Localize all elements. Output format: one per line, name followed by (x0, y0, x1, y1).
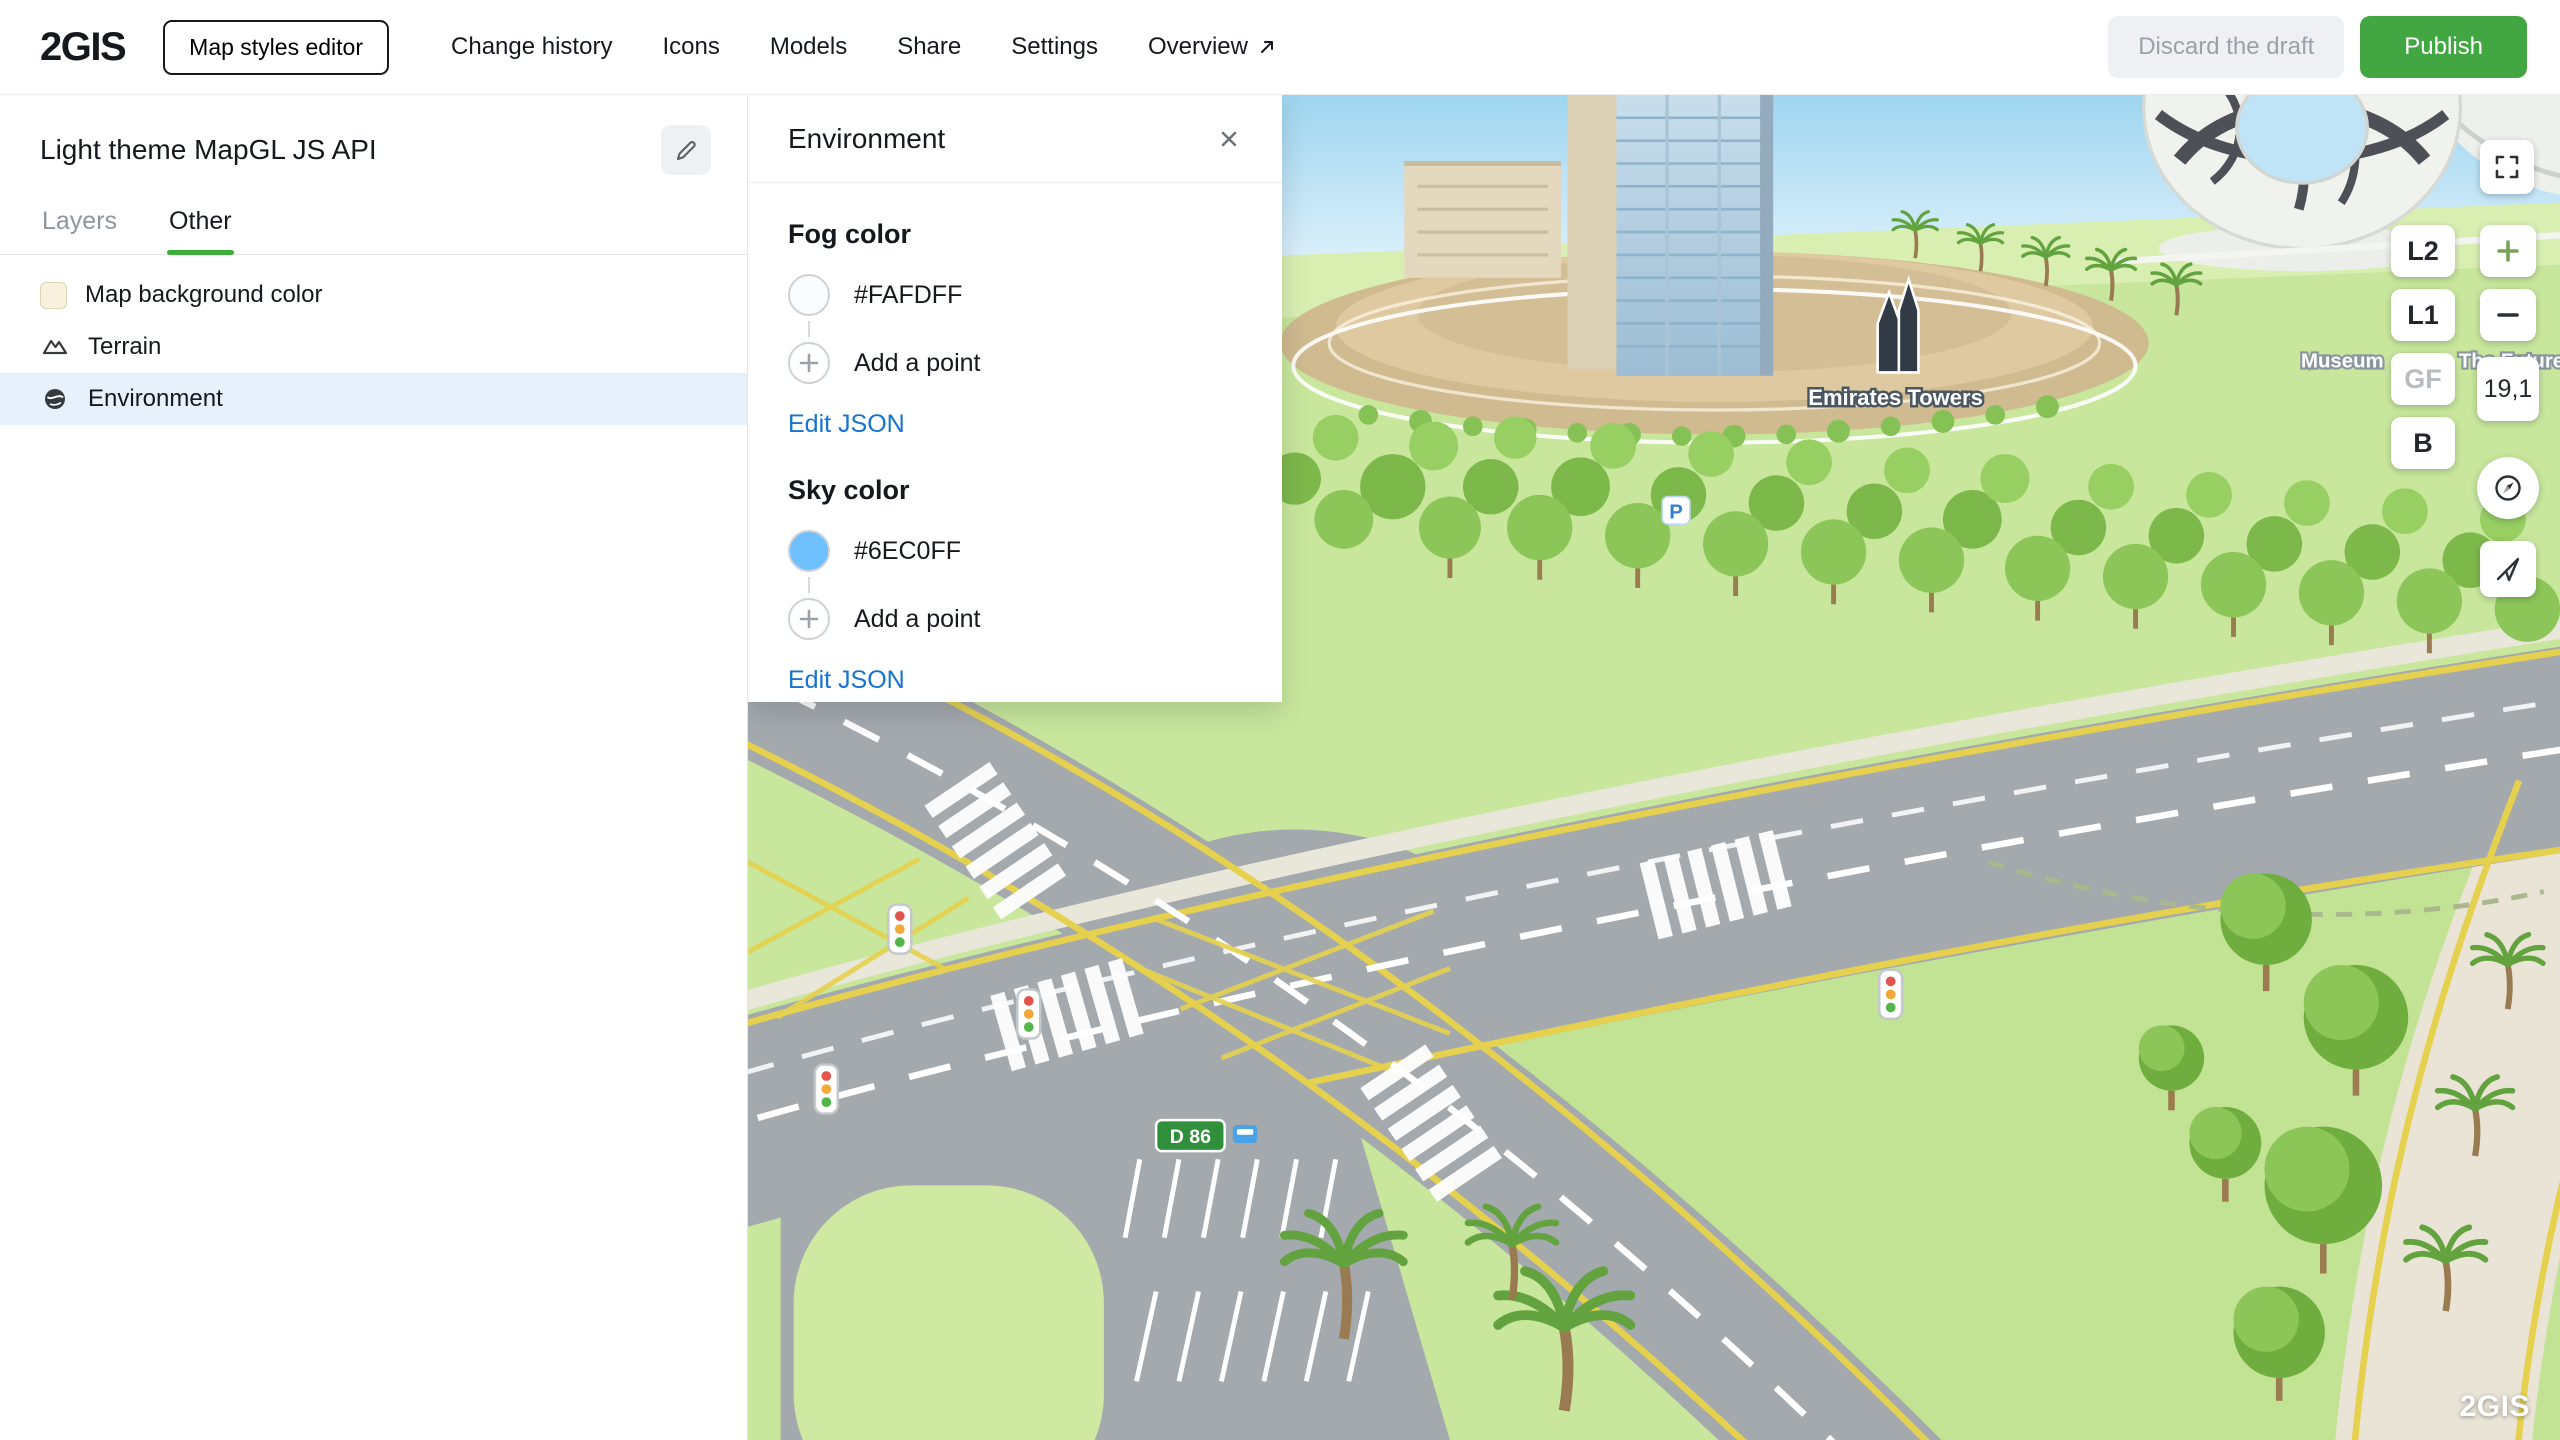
floor-button-gf[interactable]: GF (2391, 353, 2455, 405)
main-nav: Change history Icons Models Share Settin… (451, 33, 1277, 61)
environment-panel: Environment Fog color #FAFDFF (748, 95, 1282, 702)
fullscreen-button[interactable] (2480, 140, 2534, 194)
environment-globe-icon (40, 384, 70, 414)
svg-text:Museum: Museum (2301, 351, 2384, 373)
tab-other[interactable]: Other (167, 195, 234, 254)
svg-text:Emirates Towers: Emirates Towers (1808, 385, 1983, 410)
sky-color-dot[interactable] (788, 530, 830, 572)
zoom-level-indicator: 19,1 (2477, 357, 2539, 421)
sky-color-value: #6EC0FF (854, 537, 961, 566)
color-swatch-icon (40, 282, 67, 309)
fog-color-value: #FAFDFF (854, 281, 962, 310)
map-styles-editor-button[interactable]: Map styles editor (163, 20, 389, 75)
plus-icon (788, 598, 830, 640)
fullscreen-icon (2493, 153, 2521, 181)
item-label: Map background color (85, 281, 322, 309)
plus-icon (788, 342, 830, 384)
floor-selector: L2 L1 GF B (2391, 225, 2455, 469)
parking-badge[interactable]: P (1662, 497, 1690, 525)
floor-button-l2[interactable]: L2 (2391, 225, 2455, 277)
item-label: Environment (88, 385, 223, 413)
tab-layers[interactable]: Layers (40, 195, 119, 254)
item-label: Terrain (88, 333, 161, 361)
sidebar: Light theme MapGL JS API Layers Other Ma… (0, 95, 748, 1440)
pencil-icon (672, 136, 700, 164)
fog-color-dot[interactable] (788, 274, 830, 316)
sky-add-point-button[interactable]: Add a point (788, 598, 1242, 640)
sidebar-header: Light theme MapGL JS API (0, 95, 747, 195)
external-link-icon (1257, 37, 1277, 57)
layer-list: Map background color Terrain (0, 255, 747, 425)
nav-change-history[interactable]: Change history (451, 33, 612, 61)
sky-color-section: Sky color #6EC0FF Add a point (788, 475, 1242, 695)
sky-color-heading: Sky color (788, 475, 1242, 506)
edit-title-button[interactable] (661, 125, 711, 175)
nav-overview[interactable]: Overview (1148, 33, 1277, 61)
nav-models[interactable]: Models (770, 33, 847, 61)
stop-connector (808, 577, 810, 593)
item-terrain[interactable]: Terrain (0, 321, 747, 373)
fog-add-point-button[interactable]: Add a point (788, 342, 1242, 384)
sidebar-tabs: Layers Other (0, 195, 747, 255)
nav-overview-label: Overview (1148, 33, 1248, 61)
style-title: Light theme MapGL JS API (40, 134, 377, 166)
nav-icons[interactable]: Icons (662, 33, 719, 61)
svg-text:P: P (1669, 502, 1683, 524)
topbar: 2GIS Map styles editor Change history Ic… (0, 0, 2560, 95)
publish-button[interactable]: Publish (2360, 16, 2527, 78)
locate-button[interactable] (2480, 541, 2536, 597)
add-point-label: Add a point (854, 605, 981, 634)
environment-panel-header: Environment (748, 95, 1282, 183)
minus-icon (2494, 301, 2522, 329)
terrain-icon (40, 332, 70, 362)
compass-icon (2492, 472, 2524, 504)
add-point-label: Add a point (854, 349, 981, 378)
navigation-arrow-icon (2492, 553, 2524, 585)
map-watermark: 2GIS (2460, 1390, 2530, 1424)
item-environment[interactable]: Environment (0, 373, 747, 425)
close-panel-button[interactable] (1208, 118, 1250, 160)
floor-button-b[interactable]: B (2391, 417, 2455, 469)
stop-connector (808, 321, 810, 337)
item-map-background-color[interactable]: Map background color (0, 269, 747, 321)
fog-color-section: Fog color #FAFDFF Add a point (788, 219, 1242, 439)
zoom-out-button[interactable] (2480, 289, 2536, 341)
floor-button-l1[interactable]: L1 (2391, 289, 2455, 341)
map[interactable]: D 86 P Emirates Towers Museum The Future (748, 95, 2560, 1440)
zoom-in-button[interactable] (2480, 225, 2536, 277)
environment-panel-title: Environment (788, 123, 945, 155)
close-icon (1216, 126, 1242, 152)
nav-share[interactable]: Share (897, 33, 961, 61)
logo: 2GIS (40, 25, 125, 70)
svg-text:D 86: D 86 (1170, 1126, 1211, 1148)
plus-icon (2494, 237, 2522, 265)
nav-settings[interactable]: Settings (1011, 33, 1098, 61)
fog-edit-json-link[interactable]: Edit JSON (788, 410, 905, 439)
discard-draft-button[interactable]: Discard the draft (2108, 16, 2344, 78)
compass-button[interactable] (2477, 457, 2539, 519)
sky-edit-json-link[interactable]: Edit JSON (788, 666, 905, 695)
fog-color-heading: Fog color (788, 219, 1242, 250)
